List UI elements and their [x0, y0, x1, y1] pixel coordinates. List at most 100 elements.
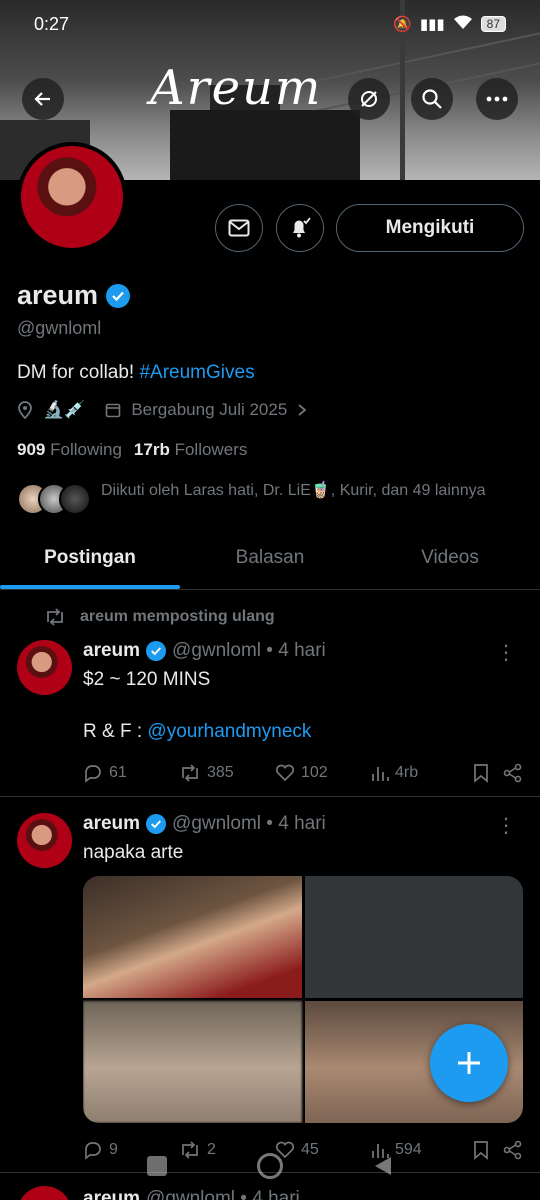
- post-mention[interactable]: @yourhandmyneck: [147, 721, 311, 742]
- status-time: 0:27: [34, 13, 70, 34]
- profile-handle: @gwnloml: [17, 318, 102, 338]
- post-text-prefix: R & F :: [83, 721, 148, 742]
- reply-count: 61: [109, 764, 127, 781]
- post-divider: [0, 796, 540, 797]
- profile-bio: DM for collab! #AreumGives: [17, 362, 255, 384]
- verified-badge-icon: [146, 814, 167, 834]
- followed-by-text: Diikuti oleh Laras hati, Dr. LiE🧋, Kurir…: [101, 482, 486, 499]
- followers-link[interactable]: 17rb Followers: [134, 440, 247, 460]
- envelope-icon: [228, 219, 250, 237]
- plus-icon: [458, 1052, 480, 1074]
- profile-tabs: Postingan Balasan Videos: [0, 535, 540, 590]
- post-handle-time: @gwnloml • 4 hari: [172, 640, 326, 661]
- back-button[interactable]: [22, 78, 64, 120]
- verified-badge-icon: [146, 641, 167, 661]
- post-more-icon[interactable]: ⋮: [496, 640, 516, 665]
- followers-label: Followers: [174, 440, 248, 459]
- post-avatar[interactable]: [17, 813, 72, 868]
- post-handle-time: @gwnloml • 4 hari: [172, 813, 326, 834]
- location-text: 🔬💉: [43, 400, 86, 419]
- more-horizontal-icon: [486, 96, 508, 102]
- post-more-icon[interactable]: ⋮: [496, 813, 516, 838]
- post-author-name: areum: [83, 1188, 141, 1200]
- post-header: areum @gwnloml • 4 hari: [83, 640, 326, 662]
- post-text-line: R & F : @yourhandmyneck: [83, 719, 311, 745]
- views-button[interactable]: 4rb: [371, 764, 467, 782]
- grok-button[interactable]: [348, 78, 390, 120]
- repost-icon: [47, 608, 63, 626]
- post-image[interactable]: [83, 1001, 302, 1123]
- following-button[interactable]: Mengikuti: [336, 204, 524, 252]
- following-count: 909: [17, 440, 46, 459]
- calendar-icon: [106, 403, 121, 418]
- profile-meta: 🔬💉 Bergabung Juli 2025: [17, 400, 307, 420]
- reply-button[interactable]: 61: [83, 763, 179, 783]
- tab-balasan[interactable]: Balasan: [180, 535, 360, 589]
- post-text: napaka arte: [83, 842, 184, 863]
- more-options-button[interactable]: [476, 78, 518, 120]
- post-header: areum @gwnloml • 4 hari: [83, 813, 326, 835]
- view-count: 4rb: [395, 764, 419, 781]
- repost-label: areum memposting ulang: [80, 608, 275, 625]
- search-icon: [422, 89, 442, 109]
- compose-button[interactable]: [430, 1024, 508, 1102]
- mute-icon: 🔕: [393, 16, 412, 33]
- share-icon[interactable]: [503, 763, 523, 783]
- followers-count: 17rb: [133, 440, 170, 459]
- search-button[interactable]: [411, 78, 453, 120]
- heart-icon: [275, 764, 295, 782]
- followed-by-row[interactable]: Diikuti oleh Laras hati, Dr. LiE🧋, Kurir…: [17, 480, 501, 517]
- post-image[interactable]: [304, 876, 523, 998]
- signal-icon: ▮▮▮: [419, 16, 445, 33]
- banner-logo: Areum: [150, 60, 323, 116]
- system-nav-bar: [0, 1148, 540, 1184]
- repost-icon: [182, 764, 198, 782]
- post-avatar[interactable]: [17, 640, 72, 695]
- like-count: 102: [301, 764, 328, 781]
- location-icon: [18, 401, 32, 419]
- bio-hashtag[interactable]: #AreumGives: [139, 362, 254, 383]
- arrow-left-icon: [34, 92, 50, 106]
- followed-by-avatars: [17, 483, 91, 517]
- post-author-name[interactable]: areum: [83, 640, 140, 662]
- joined-date: Bergabung Juli 2025: [131, 400, 288, 419]
- post-header: areum @gwnloml • 4 hari: [83, 1188, 300, 1200]
- profile-stats: 909 Following 17rb Followers: [17, 440, 247, 460]
- profile-name: areum: [17, 280, 99, 310]
- following-label: Following: [50, 440, 122, 459]
- post-text-line: $2 ~ 120 MINS: [83, 669, 211, 690]
- battery-indicator: 87: [480, 16, 506, 32]
- back-nav-icon[interactable]: [373, 1155, 393, 1177]
- recents-icon[interactable]: [147, 1156, 167, 1176]
- post-avatar: [17, 1186, 72, 1200]
- post-author-name[interactable]: areum: [83, 813, 140, 835]
- repost-button[interactable]: 385: [179, 764, 275, 782]
- status-bar: 0:27 🔕 ▮▮▮ 87: [34, 12, 506, 36]
- views-icon: [372, 767, 389, 781]
- tab-postingan[interactable]: Postingan: [0, 535, 180, 589]
- grok-icon: [361, 91, 377, 107]
- avatar: [59, 483, 91, 515]
- like-button[interactable]: 102: [275, 764, 371, 782]
- following-link[interactable]: 909 Following: [17, 440, 122, 460]
- profile-avatar[interactable]: [17, 142, 127, 252]
- banner-building: [170, 110, 360, 180]
- post-text: $2 ~ 120 MINS R & F : @yourhandmyneck: [83, 667, 311, 745]
- reply-icon: [85, 765, 101, 783]
- verified-badge-icon: [106, 283, 131, 308]
- post-image[interactable]: [83, 876, 302, 998]
- notifications-button[interactable]: [276, 204, 324, 252]
- post-actions: 61 385 102 4rb: [83, 763, 523, 783]
- wifi-icon: [453, 14, 473, 34]
- home-icon[interactable]: [257, 1153, 283, 1179]
- repost-indicator: areum memposting ulang: [44, 608, 275, 626]
- repost-count: 385: [207, 764, 234, 781]
- tab-videos[interactable]: Videos: [360, 535, 540, 589]
- chevron-right-icon: [298, 404, 307, 416]
- bio-text: DM for collab!: [17, 362, 140, 383]
- message-button[interactable]: [215, 204, 263, 252]
- post-handle-time: @gwnloml • 4 hari: [146, 1188, 300, 1200]
- bookmark-icon[interactable]: [473, 763, 489, 783]
- bell-check-icon: [293, 217, 311, 238]
- profile-name-row: areum: [17, 280, 131, 311]
